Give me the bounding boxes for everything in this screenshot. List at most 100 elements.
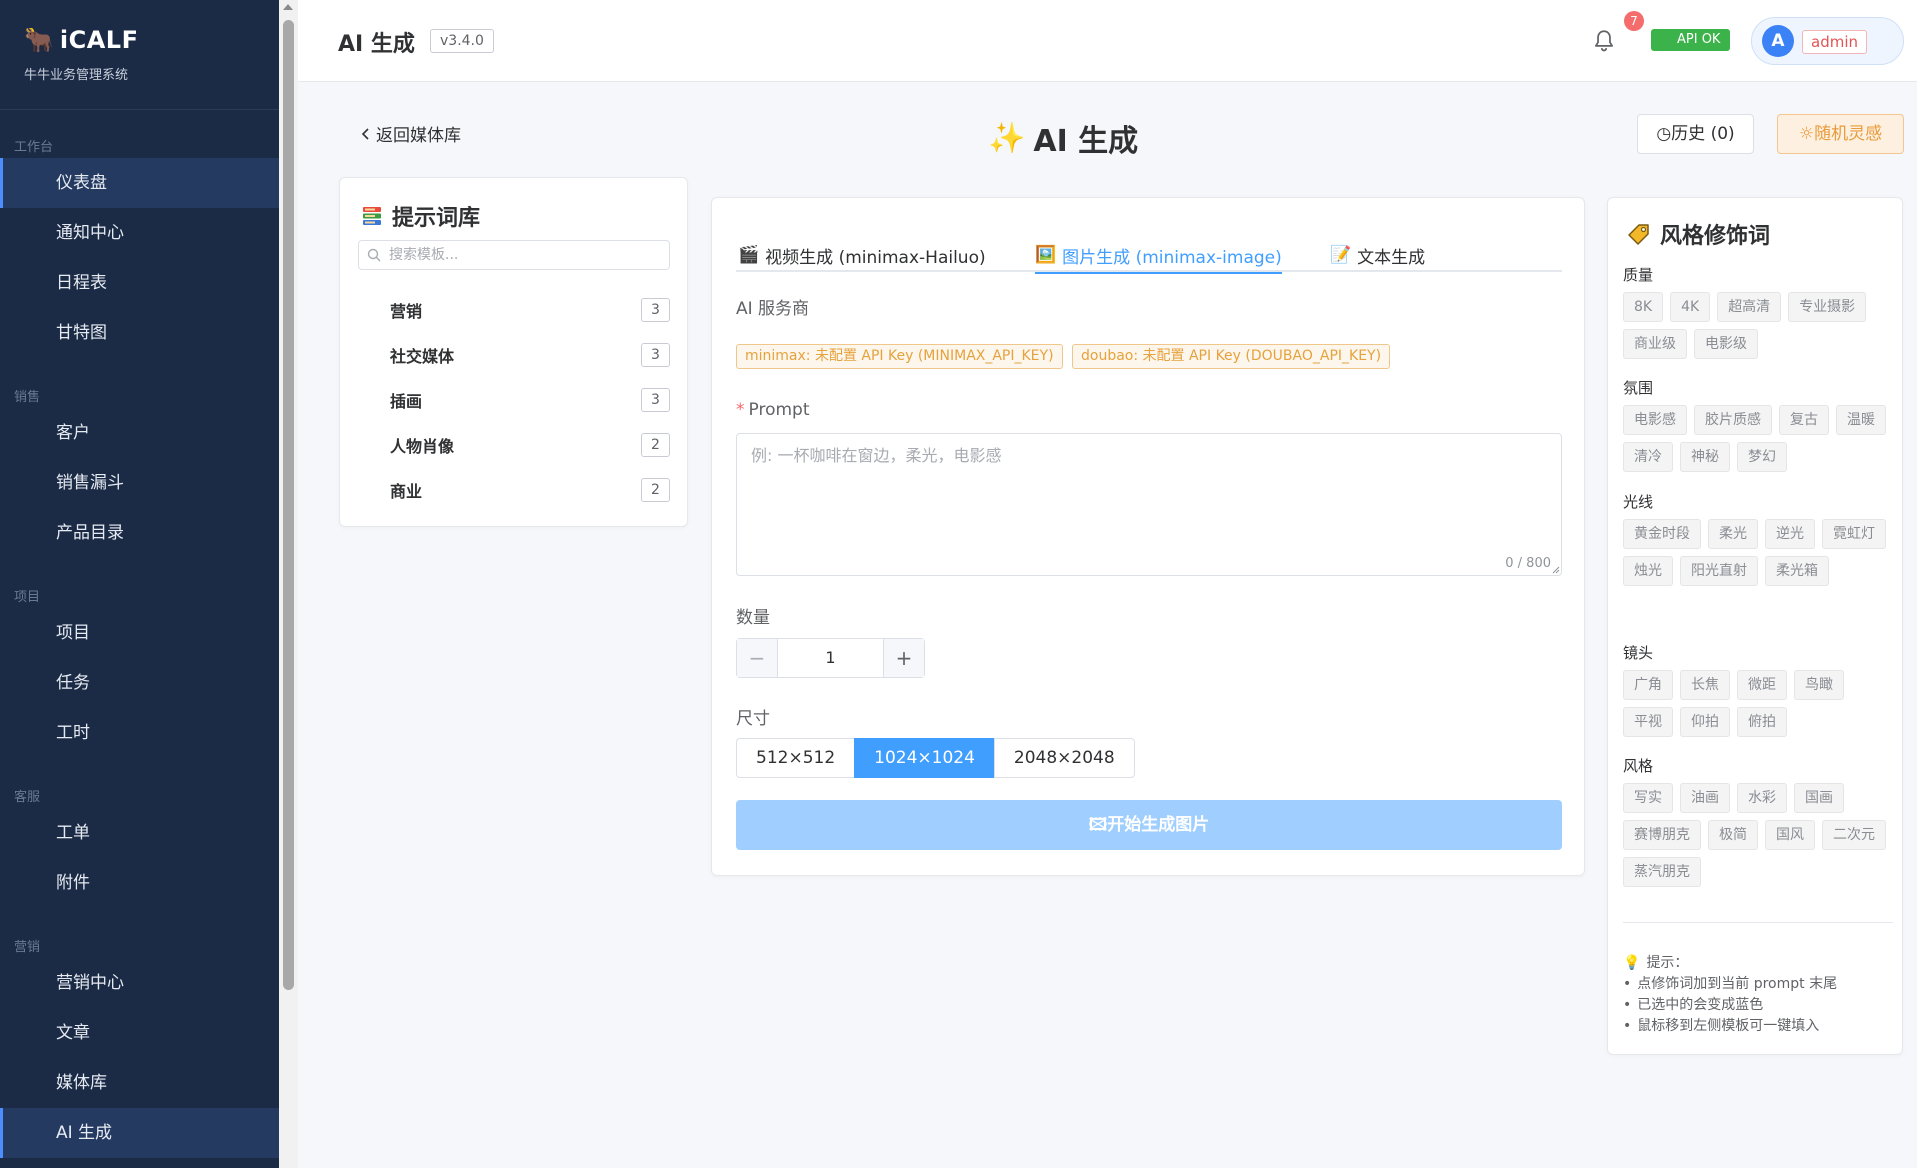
sidebar-item-tasks[interactable]: 任务 (0, 658, 279, 708)
modifier-chip[interactable]: 微距 (1737, 670, 1787, 700)
modifier-chip[interactable]: 鸟瞰 (1794, 670, 1844, 700)
increment-button[interactable]: + (883, 639, 924, 677)
sidebar-item-media-library[interactable]: 媒体库 (0, 1058, 279, 1108)
modifier-chip[interactable]: 黄金时段 (1623, 519, 1701, 549)
sidebar-item-product-catalog[interactable]: 产品目录 (0, 508, 279, 558)
scrollbar-thumb[interactable] (283, 20, 294, 990)
modifiers-title: 风格修饰词 (1626, 218, 1770, 250)
modifier-chip[interactable]: 水彩 (1737, 783, 1787, 813)
avatar: A (1762, 25, 1794, 57)
prompt-textarea[interactable] (737, 434, 1561, 575)
category-item-marketing[interactable]: 营销 3 (390, 287, 670, 332)
modifier-chip[interactable]: 4K (1670, 292, 1711, 322)
sidebar-item-marketing-center[interactable]: 营销中心 (0, 958, 279, 1008)
modifier-chip[interactable]: 清冷 (1623, 442, 1673, 472)
modifier-chip[interactable]: 柔光箱 (1765, 556, 1829, 586)
modifier-chip[interactable]: 超高清 (1717, 292, 1782, 322)
modifier-chip[interactable]: 电影感 (1623, 405, 1687, 435)
modifier-chip[interactable]: 梦幻 (1737, 442, 1787, 472)
sidebar-item-gantt[interactable]: 甘特图 (0, 308, 279, 358)
start-generate-image-button[interactable]: 🖾开始生成图片 (736, 800, 1562, 850)
modifier-chip[interactable]: 商业级 (1623, 329, 1687, 359)
size-option-1024[interactable]: 1024×1024 (854, 738, 995, 778)
sidebar-item-attachments[interactable]: 附件 (0, 858, 279, 908)
modifier-chip[interactable]: 俯拍 (1737, 707, 1787, 737)
modifier-chip[interactable]: 复古 (1779, 405, 1829, 435)
modifier-chip[interactable]: 烛光 (1623, 556, 1673, 586)
modifier-chip[interactable]: 国风 (1765, 820, 1815, 850)
modifier-chip[interactable]: 写实 (1623, 783, 1673, 813)
quantity-value[interactable]: 1 (778, 639, 883, 677)
decrement-button[interactable]: − (737, 639, 778, 677)
sidebar-item-projects[interactable]: 项目 (0, 608, 279, 658)
back-to-media-library-link[interactable]: 返回媒体库 (360, 121, 461, 146)
history-button[interactable]: ◷历史 (0) (1637, 114, 1754, 154)
modifier-chip[interactable]: 极简 (1708, 820, 1758, 850)
sidebar-scrollbar[interactable] (279, 0, 298, 1168)
modifier-chip[interactable]: 仰拍 (1680, 707, 1730, 737)
modifier-chip[interactable]: 逆光 (1765, 519, 1815, 549)
sidebar-item-dashboard[interactable]: 仪表盘 (0, 158, 279, 208)
category-item-social-media[interactable]: 社交媒体 3 (390, 332, 670, 377)
sidebar-item-sales-funnel[interactable]: 销售漏斗 (0, 458, 279, 508)
category-item-illustration[interactable]: 插画 3 (390, 377, 670, 422)
tab-video-generation[interactable]: 🎬 视频生成 (minimax-Hailuo) (738, 238, 986, 272)
generator-tabs: 🎬 视频生成 (minimax-Hailuo) 🖼️ 图片生成 (minimax… (736, 238, 1562, 274)
tab-label: 视频生成 (minimax-Hailuo) (765, 247, 986, 268)
tip-text: 点修饰词加到当前 prompt 末尾 (1637, 976, 1838, 992)
modifier-chip[interactable]: 霓虹灯 (1822, 519, 1886, 549)
sidebar-item-notifications[interactable]: 通知中心 (0, 208, 279, 258)
modifier-chip[interactable]: 神秘 (1680, 442, 1730, 472)
modifier-chip[interactable]: 油画 (1680, 783, 1730, 813)
modifier-chip[interactable]: 8K (1623, 292, 1664, 322)
notification-count-badge: 7 (1624, 11, 1644, 31)
prompt-library-card: 提示词库 营销 3 社交媒体 3 插画 3 人物肖像 2 商业 2 (339, 177, 688, 527)
modifier-chip[interactable]: 阳光直射 (1680, 556, 1758, 586)
user-menu[interactable]: A admin (1751, 17, 1904, 65)
prompt-field[interactable]: 0 / 800 (736, 433, 1562, 576)
modifier-chip[interactable]: 广角 (1623, 670, 1673, 700)
sidebar-item-timesheet[interactable]: 工时 (0, 708, 279, 758)
sidebar-item-articles[interactable]: 文章 (0, 1008, 279, 1058)
modifier-chip[interactable]: 平视 (1623, 707, 1673, 737)
tab-label: 图片生成 (minimax-image) (1062, 247, 1282, 268)
sidebar-item-customers[interactable]: 客户 (0, 408, 279, 458)
tips-heading: 💡 提示： (1623, 953, 1837, 974)
modifier-chip[interactable]: 温暖 (1836, 405, 1886, 435)
divider (1623, 922, 1893, 923)
tag-icon (1628, 224, 1649, 245)
modifier-chip[interactable]: 二次元 (1822, 820, 1886, 850)
modifier-chip[interactable]: 专业摄影 (1788, 292, 1867, 322)
books-icon (363, 207, 381, 225)
tip-item: • 鼠标移到左侧模板可一键填入 (1623, 1016, 1837, 1037)
tab-text-generation[interactable]: 📝 文本生成 (1330, 238, 1425, 272)
sidebar-item-tickets[interactable]: 工单 (0, 808, 279, 858)
modifier-chip[interactable]: 蒸汽朋克 (1623, 857, 1701, 887)
scroll-up-arrow-icon[interactable] (283, 4, 293, 10)
modifier-chip[interactable]: 胶片质感 (1694, 405, 1772, 435)
resize-handle-icon[interactable] (1552, 566, 1560, 574)
modifier-group-style: 风格 写实 油画 水彩 国画 赛博朋克 极简 国风 二次元 蒸汽朋克 (1623, 755, 1893, 887)
category-item-portrait[interactable]: 人物肖像 2 (390, 422, 670, 467)
tab-image-generation[interactable]: 🖼️ 图片生成 (minimax-image) (1035, 238, 1282, 274)
nav-group-title: 工作台 (14, 140, 54, 155)
sun-icon: ☼ (1798, 124, 1815, 144)
nav-group-title: 客服 (14, 790, 41, 805)
category-count: 3 (641, 297, 670, 322)
modifier-chip[interactable]: 柔光 (1708, 519, 1758, 549)
category-item-business[interactable]: 商业 2 (390, 467, 670, 512)
top-header: AI 生成 v3.4.0 7 API OK A admin (298, 0, 1917, 82)
template-search[interactable] (358, 240, 670, 270)
sidebar-item-calendar[interactable]: 日程表 (0, 258, 279, 308)
modifier-chip[interactable]: 长焦 (1680, 670, 1730, 700)
provider-label: AI 服务商 (736, 299, 810, 319)
random-inspiration-button[interactable]: ☼随机灵感 (1777, 114, 1904, 154)
sidebar-item-ai-generate[interactable]: AI 生成 (0, 1108, 279, 1158)
template-search-input[interactable] (389, 241, 664, 269)
modifier-chip[interactable]: 赛博朋克 (1623, 820, 1701, 850)
modifier-chip[interactable]: 国画 (1794, 783, 1844, 813)
size-option-2048[interactable]: 2048×2048 (993, 738, 1135, 778)
modifier-chip[interactable]: 电影级 (1694, 329, 1758, 359)
bell-icon[interactable] (1591, 27, 1617, 55)
size-option-512[interactable]: 512×512 (736, 738, 856, 778)
